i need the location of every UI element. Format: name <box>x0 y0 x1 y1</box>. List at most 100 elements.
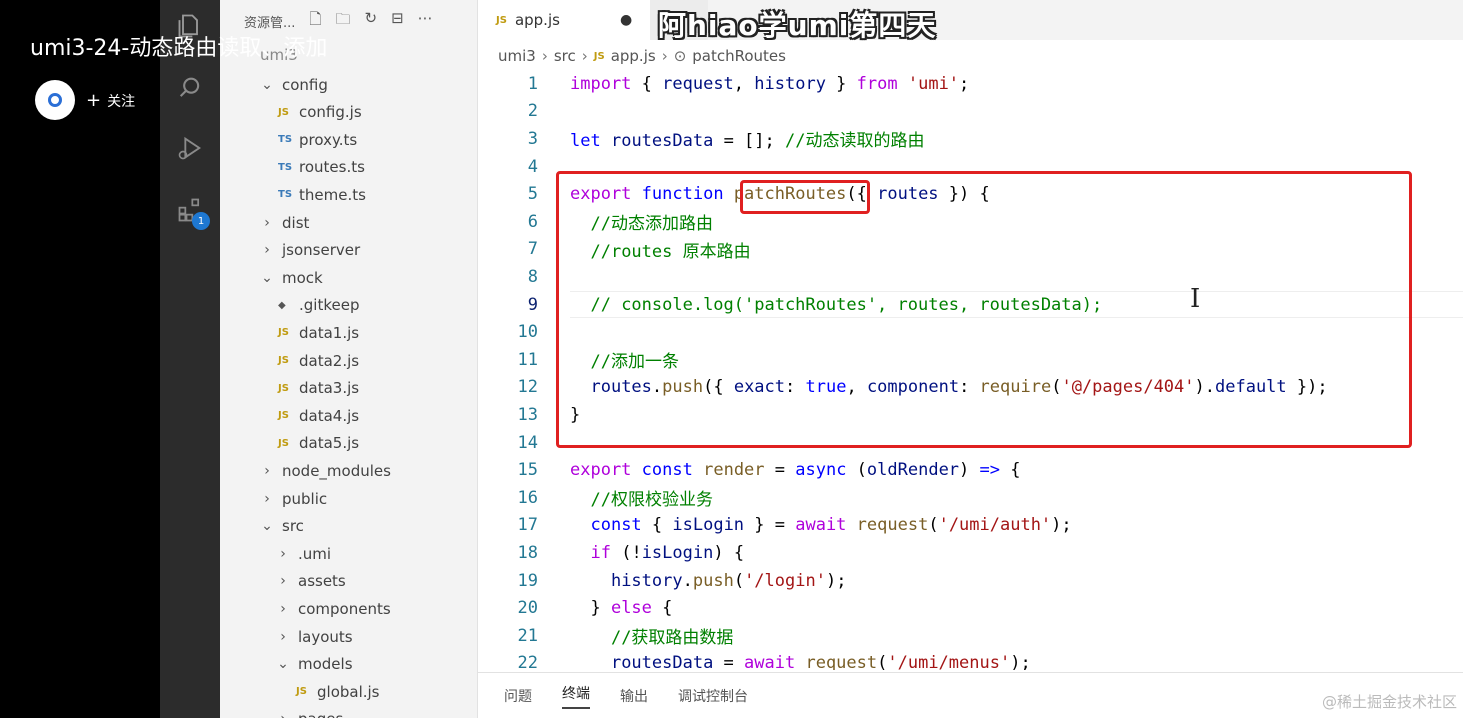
tree-item-label: pages <box>298 710 343 718</box>
new-folder-icon[interactable]: 🗀 <box>335 9 350 34</box>
code-line[interactable]: 20 } else { <box>478 594 1463 622</box>
code-line[interactable]: 21 //获取路由数据 <box>478 622 1463 650</box>
tree-item[interactable]: › layouts <box>274 623 352 650</box>
code-line[interactable]: 8 <box>478 263 1463 291</box>
code-line[interactable]: 11 //添加一条 <box>478 346 1463 374</box>
code-line[interactable]: 16 //权限校验业务 <box>478 484 1463 512</box>
code-line[interactable]: 7 //routes 原本路由 <box>478 236 1463 264</box>
tree-item-label: models <box>298 655 353 674</box>
tree-item[interactable]: JS global.js <box>296 678 380 705</box>
tree-item-label: dist <box>282 213 310 232</box>
tree-item-label: jsonserver <box>282 241 361 260</box>
tree-item[interactable]: ◆ .gitkeep <box>278 292 359 319</box>
avatar[interactable] <box>35 80 75 120</box>
tree-item[interactable]: ⌄ mock <box>258 264 323 291</box>
extensions-icon[interactable]: 1 <box>172 192 210 230</box>
tree-item[interactable]: JS data3.js <box>278 375 359 402</box>
chevron-down-icon: ⌄ <box>261 76 273 93</box>
code-area[interactable]: 1 import { request, history } from 'umi';… <box>478 70 1463 670</box>
line-number: 3 <box>527 128 538 149</box>
tree-item[interactable]: TS routes.ts <box>278 154 365 181</box>
code-line[interactable]: 6 //动态添加路由 <box>478 208 1463 236</box>
collapse-all-icon[interactable]: ⊟ <box>391 9 404 34</box>
video-overlay <box>0 0 160 718</box>
code-text: } else { <box>570 598 673 619</box>
tree-item[interactable]: ⌄ src <box>258 513 304 540</box>
tree-item[interactable]: › node_modules <box>258 457 391 484</box>
tree-item[interactable]: TS theme.ts <box>278 181 366 208</box>
line-number: 20 <box>517 598 538 619</box>
code-line[interactable]: 5 export function patchRoutes({ routes })… <box>478 180 1463 208</box>
code-line[interactable]: 2 <box>478 98 1463 126</box>
panel-tab[interactable]: 终端 <box>562 683 590 709</box>
refresh-icon[interactable]: ↻ <box>364 9 377 34</box>
tree-item[interactable]: ⌄ config <box>258 71 328 98</box>
code-line[interactable]: 14 <box>478 429 1463 457</box>
tree-item[interactable]: JS data2.js <box>278 347 359 374</box>
follow-button[interactable]: + 关注 <box>86 90 135 111</box>
editor: JS app.js ● TS 阿hiao学umi第四天 umi3 › src › J… <box>478 0 1463 718</box>
code-text: //权限校验业务 <box>590 490 713 511</box>
plus-icon: + <box>86 90 102 111</box>
line-number: 1 <box>527 73 538 94</box>
tree-item-label: .umi <box>298 544 332 563</box>
tree-item[interactable]: › public <box>258 485 327 512</box>
tree-item[interactable]: JS data4.js <box>278 402 359 429</box>
code-line[interactable]: 17 const { isLogin } = await request('/u… <box>478 512 1463 540</box>
code-text: //动态添加路由 <box>590 214 713 235</box>
js-file-icon: JS <box>278 106 289 118</box>
panel-tab[interactable]: 输出 <box>620 686 648 706</box>
line-number: 9 <box>527 294 538 315</box>
breadcrumb-item[interactable]: umi3 <box>498 47 536 65</box>
tab-app-js[interactable]: JS app.js ● <box>478 0 651 40</box>
tree-item[interactable]: ⌄ models <box>274 651 353 678</box>
tree-item-label: config.js <box>299 103 362 122</box>
breadcrumb: umi3 › src › JS app.js › ⊙ patchRoutes <box>478 40 1463 72</box>
code-text: export const render = async (oldRender) … <box>570 460 1021 481</box>
tree-item-label: data4.js <box>299 406 360 425</box>
tree-item[interactable]: › dist <box>258 209 309 236</box>
panel-tab[interactable]: 调试控制台 <box>678 686 748 706</box>
tree-item[interactable]: TS proxy.ts <box>278 126 357 153</box>
line-number: 5 <box>527 184 538 205</box>
code-line[interactable]: 15 export const render = async (oldRender… <box>478 456 1463 484</box>
code-text: } <box>570 404 581 425</box>
tree-item[interactable]: JS data5.js <box>278 430 359 457</box>
line-number: 21 <box>517 625 538 646</box>
tree-item-label: data2.js <box>299 351 360 370</box>
line-number: 4 <box>527 156 538 177</box>
tree-item-label: components <box>298 599 391 618</box>
code-line[interactable]: 13} <box>478 401 1463 429</box>
search-icon[interactable] <box>172 70 208 106</box>
modified-dot-icon[interactable]: ● <box>620 12 632 28</box>
code-line[interactable]: 1 import { request, history } from 'umi'; <box>478 70 1463 98</box>
code-line[interactable]: 12 routes.push({ exact: true, component:… <box>478 374 1463 402</box>
js-file-icon: JS <box>278 382 289 394</box>
breadcrumb-item[interactable]: app.js <box>611 47 656 65</box>
code-line[interactable]: 22 routesData = await request('/umi/menu… <box>478 650 1463 670</box>
run-debug-icon[interactable] <box>172 130 208 166</box>
code-line[interactable]: 4 <box>478 153 1463 181</box>
tree-item[interactable]: JS config.js <box>278 99 362 126</box>
code-line[interactable]: 9 // console.log('patchRoutes', routes, … <box>478 291 1463 319</box>
code-line[interactable]: 10 <box>478 318 1463 346</box>
code-text: // console.log('patchRoutes', routes, ro… <box>590 294 1103 315</box>
tree-item[interactable]: › pages <box>274 706 343 718</box>
code-line[interactable]: 19 history.push('/login'); <box>478 567 1463 595</box>
code-line[interactable]: 18 if (!isLogin) { <box>478 539 1463 567</box>
tree-item[interactable]: › assets <box>274 568 346 595</box>
line-number: 2 <box>527 101 538 122</box>
tree-item[interactable]: › .umi <box>274 540 331 567</box>
more-icon[interactable]: ⋯ <box>418 9 433 34</box>
tree-item[interactable]: JS data1.js <box>278 319 359 346</box>
chevron-down-icon: ⌄ <box>261 269 273 286</box>
breadcrumb-item[interactable]: patchRoutes <box>692 47 786 65</box>
tree-item[interactable]: › components <box>274 595 391 622</box>
js-file-icon: JS <box>278 410 289 422</box>
ts-file-icon: TS <box>278 189 293 201</box>
tree-item-label: proxy.ts <box>299 130 358 149</box>
code-line[interactable]: 3 let routesData = []; //动态读取的路由 <box>478 125 1463 153</box>
panel-tab[interactable]: 问题 <box>504 686 532 706</box>
tree-item[interactable]: › jsonserver <box>258 237 360 264</box>
breadcrumb-item[interactable]: src <box>554 47 576 65</box>
